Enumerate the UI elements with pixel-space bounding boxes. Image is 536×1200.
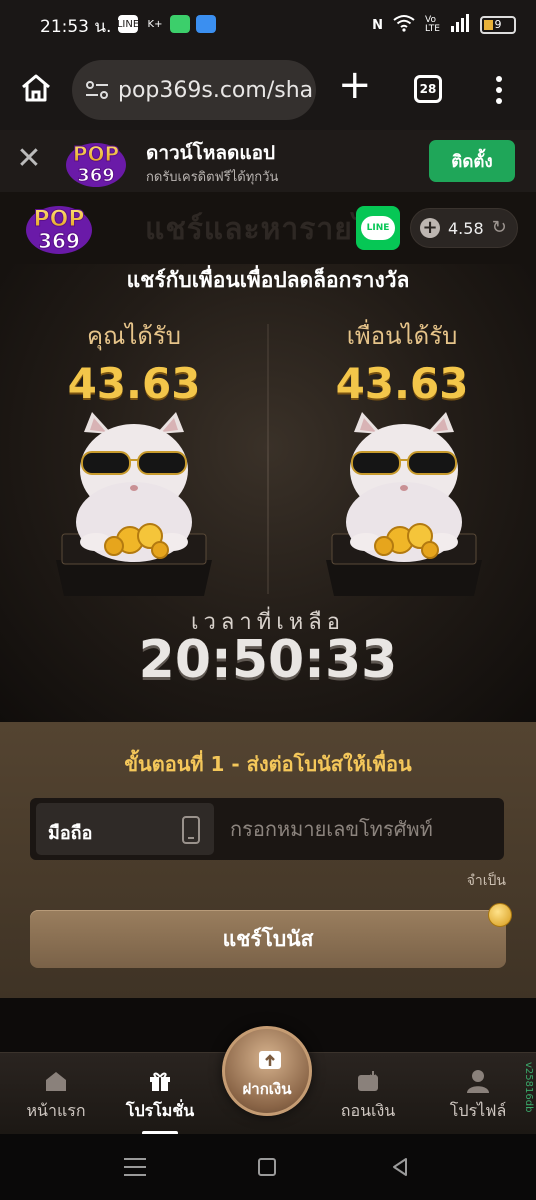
- nav-withdraw-label: ถอนเงิน: [340, 1101, 396, 1120]
- back-icon[interactable]: [390, 1157, 410, 1177]
- nav-promotions-label: โปรโมชั่น: [125, 1101, 195, 1120]
- cat-coins-illustration: [56, 412, 212, 596]
- pop369-logo: POP 369: [62, 135, 130, 189]
- line-icon: LINE: [361, 216, 395, 240]
- nav-profile[interactable]: โปรไฟล์: [428, 1053, 528, 1135]
- wifi-icon: [393, 14, 415, 36]
- countdown-timer: 20:50:33: [138, 630, 398, 690]
- recent-apps-icon[interactable]: [124, 1158, 146, 1176]
- tab-switcher-button[interactable]: 28: [414, 75, 442, 103]
- phone-type-label: มือถือ: [48, 823, 93, 844]
- message-notification-icon: [170, 15, 190, 33]
- nav-withdraw[interactable]: ถอนเงิน: [318, 1053, 418, 1135]
- nav-profile-label: โปรไฟล์: [449, 1101, 507, 1120]
- you-get-column: คุณได้รับ 43.63: [24, 316, 244, 408]
- app-notification-icon: [196, 15, 216, 33]
- step-panel: ขั้นตอนที่ 1 - ส่งต่อโบนัสให้เพื่อน มือถ…: [0, 722, 536, 998]
- phone-input-row: มือถือ: [30, 798, 504, 860]
- add-funds-icon[interactable]: +: [420, 218, 440, 238]
- nav-home[interactable]: หน้าแรก: [6, 1053, 106, 1135]
- deposit-label: ฝากเงิน: [242, 1080, 292, 1098]
- balance-value: 4.58: [448, 218, 484, 238]
- profile-icon: [467, 1070, 489, 1093]
- system-home-icon[interactable]: [258, 1158, 276, 1176]
- more-menu-icon[interactable]: [490, 72, 508, 108]
- svg-text:POP: POP: [73, 142, 119, 166]
- nfc-icon: N: [372, 17, 384, 33]
- nav-promotions[interactable]: โปรโมชั่น: [110, 1053, 210, 1135]
- line-button[interactable]: LINE: [356, 206, 400, 250]
- share-reward-hero: แชร์กับเพื่อนเพื่อปลดล็อกรางวัล คุณได้รั…: [0, 264, 536, 722]
- volte-icon: Vo LTE: [425, 15, 440, 34]
- mobile-phone-icon: [182, 816, 200, 844]
- friend-get-label: เพื่อนได้รับ: [346, 322, 458, 350]
- gift-icon: [150, 1072, 170, 1091]
- svg-text:369: 369: [38, 229, 80, 253]
- coin-icon: [488, 903, 512, 927]
- required-label: จำเป็น: [466, 873, 506, 889]
- svg-text:369: 369: [77, 165, 115, 186]
- install-button[interactable]: ติดตั้ง: [429, 140, 515, 182]
- site-settings-icon[interactable]: [84, 77, 110, 103]
- home-nav-icon: [46, 1072, 66, 1091]
- banner-subtitle: กดรับเครดิตฟรีได้ทุกวัน: [146, 170, 279, 185]
- friend-get-column: เพื่อนได้รับ 43.63: [292, 316, 512, 408]
- browser-toolbar: pop369s.com/sha + 28: [0, 50, 536, 130]
- app-download-banner: ✕ POP 369 ดาวน์โหลดแอป กดรับเครดิตฟรีได้…: [0, 130, 536, 192]
- kplus-notification-icon: K+: [147, 18, 163, 30]
- cat-coins-illustration-friend: [326, 412, 482, 596]
- url-text[interactable]: pop369s.com/sha: [118, 78, 313, 103]
- balance-pill: + 4.58 ↻: [410, 208, 518, 248]
- you-get-value: 43.63: [67, 359, 201, 408]
- status-bar: 21:53 น. LINE K+ N Vo LTE 9: [0, 0, 536, 50]
- site-header: POP 369 แชร์และหารายได้ LINE + 4.58 ↻: [0, 192, 536, 264]
- close-icon[interactable]: ✕: [14, 144, 44, 174]
- header-title: แชร์และหารายได้: [145, 212, 390, 247]
- wallet-icon: [358, 1071, 378, 1091]
- banner-title: ดาวน์โหลดแอป: [146, 142, 276, 164]
- home-icon[interactable]: [18, 70, 54, 106]
- status-icons: N Vo LTE 9: [372, 14, 516, 36]
- url-bar[interactable]: pop369s.com/sha: [72, 60, 316, 120]
- phone-number-input[interactable]: [230, 803, 498, 855]
- deposit-button[interactable]: ฝากเงิน: [222, 1026, 312, 1116]
- page: 21:53 น. LINE K+ N Vo LTE 9 pop369s.com/s…: [0, 0, 536, 1200]
- site-logo[interactable]: POP 369: [22, 198, 96, 256]
- version-label: v25816db: [523, 1062, 534, 1113]
- hero-title: แชร์กับเพื่อนเพื่อปลดล็อกรางวัล: [126, 268, 410, 292]
- new-tab-icon[interactable]: +: [338, 65, 372, 105]
- you-get-label: คุณได้รับ: [86, 322, 182, 350]
- line-notification-icon: LINE: [117, 15, 139, 33]
- friend-get-value: 43.63: [335, 359, 469, 408]
- battery-icon: 9: [480, 16, 516, 34]
- nav-home-label: หน้าแรก: [26, 1101, 86, 1120]
- system-nav-bar: [0, 1134, 536, 1200]
- phone-type-selector[interactable]: มือถือ: [36, 803, 214, 855]
- status-time: 21:53 น.: [40, 17, 112, 37]
- share-bonus-button[interactable]: แชร์โบนัส: [30, 910, 506, 968]
- step-title: ขั้นตอนที่ 1 - ส่งต่อโบนัสให้เพื่อน: [124, 752, 412, 776]
- deposit-icon: [259, 1051, 281, 1069]
- signal-icon: [450, 14, 470, 36]
- divider: [267, 324, 269, 594]
- refresh-icon[interactable]: ↻: [492, 218, 512, 238]
